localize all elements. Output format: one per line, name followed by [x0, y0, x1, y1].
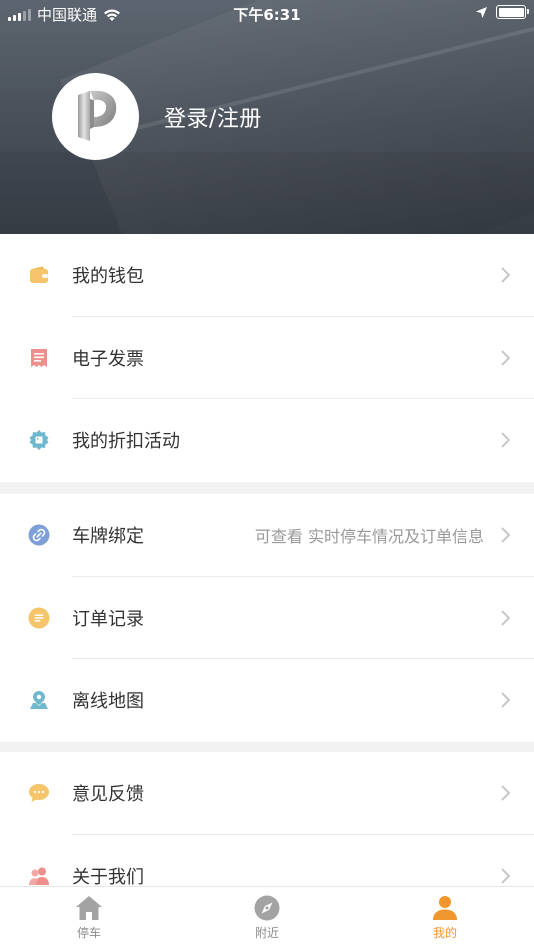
chevron-right-icon [501, 267, 510, 284]
tab-nearby[interactable]: 附近 [217, 895, 317, 941]
menu-section-parking: 车牌绑定 可查看 实时停车情况及订单信息 订单记录 离线地图 [0, 494, 534, 742]
menu-item-invoice[interactable]: 电子发票 [0, 317, 534, 400]
tab-mine[interactable]: 我的 [395, 895, 495, 941]
menu-item-plate-binding[interactable]: 车牌绑定 可查看 实时停车情况及订单信息 [0, 494, 534, 577]
menu-section-account: 我的钱包 电子发票 我的折扣活动 [0, 234, 534, 482]
map-pin-icon [28, 689, 50, 711]
compass-icon [254, 895, 280, 921]
clock: 下午6:31 [233, 6, 301, 24]
chevron-right-icon [501, 432, 510, 449]
menu-item-label: 车牌绑定 [72, 526, 144, 548]
home-icon [76, 896, 102, 920]
chat-bubble-icon [28, 782, 50, 804]
chevron-right-icon [501, 692, 510, 709]
menu-item-discounts[interactable]: 我的折扣活动 [0, 399, 534, 482]
location-arrow-icon [476, 6, 487, 18]
menu-item-label: 电子发票 [72, 348, 144, 370]
chevron-right-icon [501, 610, 510, 626]
person-icon [433, 896, 457, 920]
tab-bar: 停车 附近 我的 [0, 886, 534, 950]
battery-icon [496, 5, 529, 19]
wallet-icon [28, 264, 50, 286]
menu-item-label: 离线地图 [72, 691, 144, 713]
tab-parking[interactable]: 停车 [39, 895, 139, 941]
menu-item-label: 订单记录 [72, 608, 144, 630]
tab-label: 我的 [432, 926, 457, 940]
menu-item-feedback[interactable]: 意见反馈 [0, 752, 534, 835]
menu-item-orders[interactable]: 订单记录 [0, 577, 534, 660]
menu-item-label: 我的折扣活动 [72, 431, 180, 453]
login-register-link[interactable]: 登录/注册 [164, 101, 262, 133]
chevron-right-icon [501, 350, 510, 366]
chevron-right-icon [501, 868, 510, 884]
receipt-icon [28, 347, 50, 369]
chevron-right-icon [501, 527, 510, 544]
status-bar: 中国联通 下午6:31 [0, 0, 534, 28]
profile-header: 中国联通 下午6:31 登录/注册 [0, 0, 534, 234]
users-icon [28, 865, 50, 887]
menu-item-hint: 可查看 实时停车情况及订单信息 [254, 527, 484, 547]
list-icon [28, 607, 50, 629]
app-logo-icon [77, 90, 116, 141]
menu-item-wallet[interactable]: 我的钱包 [0, 234, 534, 317]
menu-item-label: 关于我们 [72, 866, 144, 888]
link-icon [28, 524, 50, 546]
tab-label: 附近 [254, 926, 279, 940]
tab-label: 停车 [76, 926, 101, 940]
avatar[interactable] [52, 73, 139, 160]
menu-item-label: 意见反馈 [72, 784, 144, 806]
discount-badge-icon [28, 429, 50, 451]
menu-item-offline-map[interactable]: 离线地图 [0, 659, 534, 742]
chevron-right-icon [501, 785, 510, 802]
menu-item-label: 我的钱包 [72, 266, 144, 288]
